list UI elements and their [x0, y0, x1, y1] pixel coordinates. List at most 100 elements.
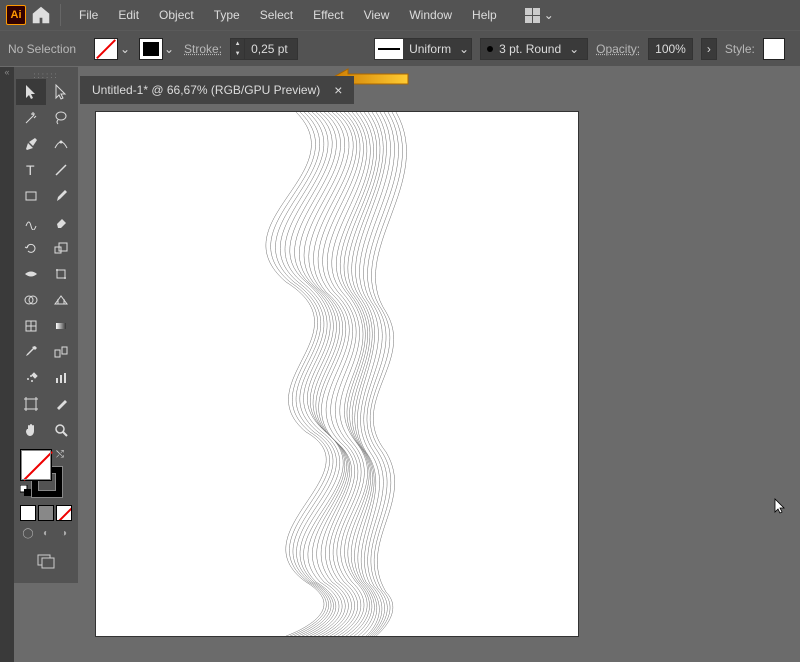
profile-name: Uniform — [403, 42, 457, 56]
application-menu-bar: Ai File Edit Object Type Select Effect V… — [0, 0, 800, 30]
menu-edit[interactable]: Edit — [108, 2, 149, 28]
width-tool[interactable] — [16, 261, 46, 287]
swap-colors-icon[interactable]: ⤭ — [56, 449, 64, 460]
profile-preview-icon — [375, 39, 403, 59]
color-mode-button[interactable] — [20, 505, 36, 521]
zoom-tool[interactable] — [46, 417, 76, 443]
color-mode-row — [16, 503, 76, 523]
brush-definition[interactable]: 3 pt. Round ⌄ — [480, 38, 588, 60]
menu-view[interactable]: View — [354, 2, 400, 28]
menu-file[interactable]: File — [69, 2, 108, 28]
draw-mode-row: ◯ ◐ ◑ — [16, 523, 76, 543]
profile-dropdown[interactable]: ⌄ — [457, 38, 471, 60]
chevron-down-icon: ⌄ — [544, 8, 554, 22]
line-tool[interactable] — [46, 157, 76, 183]
artboard-tool[interactable] — [16, 391, 46, 417]
stroke-weight-steppers[interactable]: ▲▼ — [231, 39, 245, 59]
fill-swatch[interactable] — [94, 38, 118, 60]
home-icon — [30, 4, 52, 26]
menu-help[interactable]: Help — [462, 2, 507, 28]
draw-inside-button[interactable]: ◑ — [56, 525, 72, 541]
step-up-icon[interactable]: ▲ — [231, 39, 244, 49]
none-mode-button[interactable] — [56, 505, 72, 521]
column-graph-tool[interactable] — [46, 365, 76, 391]
rectangle-tool[interactable] — [16, 183, 46, 209]
mouse-cursor-icon — [774, 498, 790, 514]
opacity-panel-link[interactable]: Opacity: — [596, 42, 640, 56]
lasso-tool[interactable] — [46, 105, 76, 131]
app-logo: Ai — [6, 5, 26, 25]
artboard[interactable] — [96, 112, 578, 636]
selection-status: No Selection — [8, 42, 76, 56]
stroke-dropdown[interactable]: ⌄ — [162, 38, 176, 60]
step-down-icon[interactable]: ▼ — [231, 49, 244, 59]
artwork-blend — [96, 112, 578, 636]
draw-behind-button[interactable]: ◐ — [38, 525, 54, 541]
menu-select[interactable]: Select — [250, 2, 303, 28]
screen-mode-button[interactable] — [31, 549, 61, 573]
separator — [60, 4, 61, 26]
control-bar: No Selection ⌄ ⌄ Stroke: ▲▼ 0,25 pt Unif… — [0, 30, 800, 66]
variable-width-profile[interactable]: Uniform ⌄ — [374, 38, 472, 60]
eraser-tool[interactable] — [46, 209, 76, 235]
tools-grip-icon[interactable]: :::::: — [16, 71, 76, 79]
graphic-style-swatch[interactable] — [763, 38, 785, 60]
brush-dot-icon — [487, 46, 493, 52]
curvature-tool[interactable] — [46, 131, 76, 157]
eyedropper-tool[interactable] — [16, 339, 46, 365]
fill-dropdown[interactable]: ⌄ — [118, 38, 132, 60]
paintbrush-tool[interactable] — [46, 183, 76, 209]
stroke-weight-field[interactable]: ▲▼ 0,25 pt — [230, 38, 298, 60]
menu-object[interactable]: Object — [149, 2, 204, 28]
magic-wand-tool[interactable] — [16, 105, 46, 131]
screen-mode-icon — [36, 553, 56, 569]
workspace-switcher[interactable]: ⌄ — [519, 4, 560, 27]
fill-stroke-swatches[interactable]: ⤭ — [20, 449, 68, 497]
canvas-area[interactable] — [80, 104, 800, 662]
mesh-tool[interactable] — [16, 313, 46, 339]
free-transform-tool[interactable] — [46, 261, 76, 287]
svg-text:T: T — [26, 162, 35, 178]
opacity-expand[interactable]: › — [701, 38, 717, 60]
draw-normal-button[interactable]: ◯ — [20, 525, 36, 541]
menu-type[interactable]: Type — [204, 2, 250, 28]
document-tab-bar: Untitled-1* @ 66,67% (RGB/GPU Preview) × — [80, 76, 354, 104]
tools-panel: :::::: T — [14, 67, 78, 583]
pen-tool[interactable] — [16, 131, 46, 157]
hand-tool[interactable] — [16, 417, 46, 443]
shape-builder-tool[interactable] — [16, 287, 46, 313]
collapse-handle-icon[interactable]: « — [0, 67, 14, 77]
blend-tool[interactable] — [46, 339, 76, 365]
stroke-weight-value[interactable]: 0,25 pt — [245, 42, 297, 56]
opacity-field[interactable]: 100% — [648, 38, 693, 60]
slice-tool[interactable] — [46, 391, 76, 417]
none-indicator-icon — [23, 451, 53, 481]
gradient-tool[interactable] — [46, 313, 76, 339]
fill-color-swatch[interactable] — [20, 449, 52, 481]
close-tab-button[interactable]: × — [334, 82, 342, 98]
menu-window[interactable]: Window — [399, 2, 462, 28]
brush-name: 3 pt. Round — [499, 42, 561, 56]
direct-selection-tool[interactable] — [46, 79, 76, 105]
stroke-panel-link[interactable]: Stroke: — [184, 42, 222, 56]
opacity-value[interactable]: 100% — [655, 42, 686, 56]
menu-effect[interactable]: Effect — [303, 2, 353, 28]
scale-tool[interactable] — [46, 235, 76, 261]
style-label: Style: — [725, 42, 755, 56]
menu-items: File Edit Object Type Select Effect View… — [69, 2, 507, 28]
brush-dropdown[interactable]: ⌄ — [567, 38, 581, 60]
type-tool[interactable]: T — [16, 157, 46, 183]
shaper-tool[interactable] — [16, 209, 46, 235]
document-tab-title: Untitled-1* @ 66,67% (RGB/GPU Preview) — [92, 83, 320, 97]
default-colors-icon[interactable] — [20, 485, 32, 497]
symbol-sprayer-tool[interactable] — [16, 365, 46, 391]
rotate-tool[interactable] — [16, 235, 46, 261]
perspective-grid-tool[interactable] — [46, 287, 76, 313]
gradient-mode-button[interactable] — [38, 505, 54, 521]
workspace-icon — [525, 8, 540, 23]
document-tab[interactable]: Untitled-1* @ 66,67% (RGB/GPU Preview) × — [80, 76, 354, 104]
home-button[interactable] — [30, 4, 52, 26]
selection-tool[interactable] — [16, 79, 46, 105]
stroke-swatch[interactable] — [140, 39, 162, 59]
panel-dock-strip[interactable]: « — [0, 67, 14, 662]
